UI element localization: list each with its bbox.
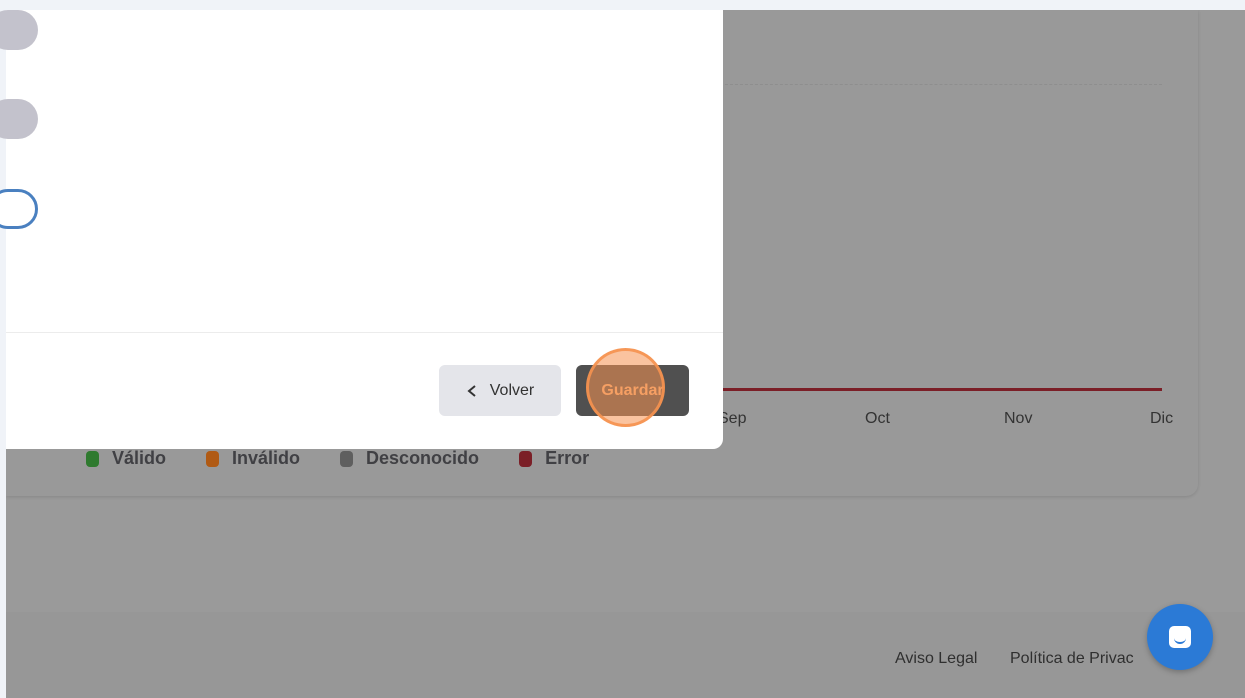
- x-tick-oct: Oct: [865, 410, 890, 427]
- privacy-policy-link[interactable]: Política de Privac: [1010, 650, 1134, 668]
- chevron-left-icon: [467, 384, 476, 397]
- settings-modal: Volver Guardar: [0, 10, 723, 449]
- legend-item-desconocido[interactable]: Desconocido: [340, 448, 479, 469]
- aviso-legal-link[interactable]: Aviso Legal: [895, 650, 977, 668]
- legend-item-invalido[interactable]: Inválido: [206, 448, 300, 469]
- x-tick-dic: Dic: [1150, 410, 1174, 427]
- save-button[interactable]: Guardar: [576, 365, 689, 416]
- legend-item-valido[interactable]: Válido: [86, 448, 166, 469]
- error-series-line: [720, 388, 1162, 391]
- toggle-switch-3[interactable]: [0, 189, 38, 229]
- legend-swatch: [340, 450, 354, 467]
- chart-gridline: [720, 84, 1162, 85]
- legend-label: Inválido: [232, 448, 301, 468]
- legend-swatch: [86, 450, 99, 467]
- legend-swatch: [519, 450, 533, 467]
- toggle-switch-2[interactable]: [0, 99, 38, 139]
- legend-label: Error: [545, 448, 590, 468]
- legend-swatch: [206, 450, 220, 467]
- chat-launcher-button[interactable]: [1147, 604, 1213, 670]
- x-tick-nov: Nov: [1004, 410, 1033, 427]
- save-button-label: Guardar: [601, 381, 664, 399]
- back-button-label: Volver: [489, 381, 535, 399]
- legend-label: Desconocido: [366, 448, 480, 468]
- modal-footer-divider: [6, 332, 723, 333]
- chart-legend: Válido Inválido Desconocido Error: [86, 448, 589, 469]
- legend-item-error[interactable]: Error: [519, 448, 589, 469]
- toggle-switch-1[interactable]: [0, 10, 38, 50]
- back-button[interactable]: Volver: [439, 365, 561, 416]
- legend-label: Válido: [112, 448, 167, 468]
- chat-icon: [1169, 626, 1191, 648]
